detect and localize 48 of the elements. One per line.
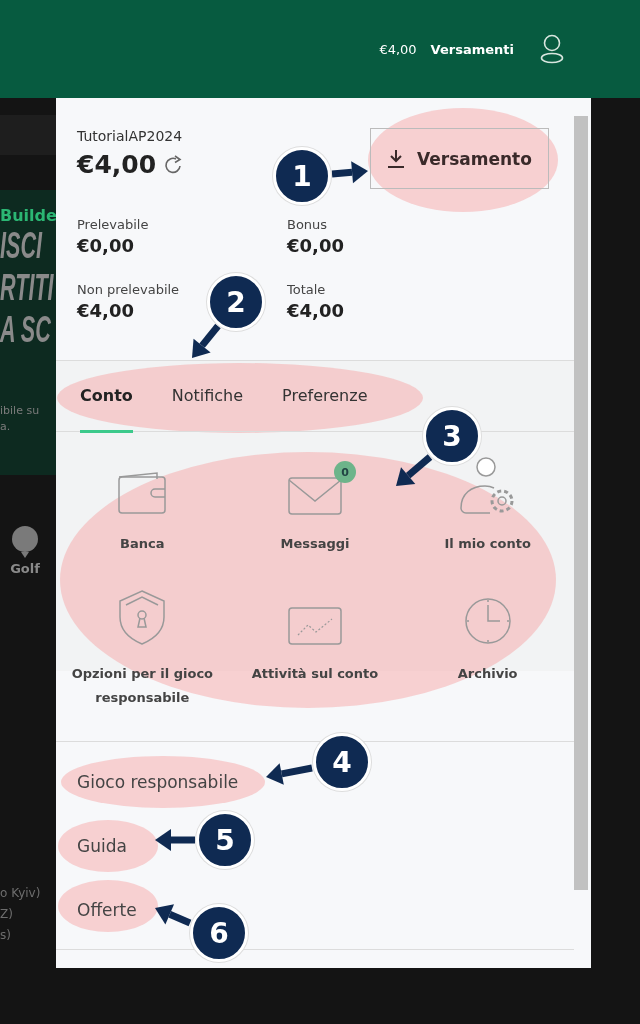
tab[interactable]: Notifiche — [171, 361, 244, 433]
promo-note: ibile su — [0, 403, 41, 419]
menu-link[interactable]: Offerte — [77, 900, 137, 920]
deposits-link[interactable]: Versamenti — [430, 41, 514, 57]
download-icon — [387, 148, 406, 169]
envelope-icon — [288, 477, 342, 515]
arrow — [155, 829, 195, 851]
sport-label[interactable]: Golf — [10, 561, 40, 576]
promo-headline: RTITI — [0, 267, 54, 309]
wallet-icon — [117, 471, 168, 515]
stat-label: Bonus — [287, 217, 328, 232]
golf-ball-icon[interactable] — [10, 525, 40, 559]
arrow — [331, 161, 368, 184]
deposit-button[interactable]: Versamento — [370, 128, 549, 189]
stat-label: Prelevabile — [77, 217, 149, 232]
user-icon[interactable] — [540, 34, 564, 64]
username: TutorialAP2024 — [77, 128, 184, 144]
arrow — [192, 323, 221, 358]
list-text: o Kyiv) — [0, 886, 42, 900]
shortcut-item[interactable]: Banca — [56, 458, 229, 556]
arrow — [396, 454, 433, 486]
stat-label: Totale — [287, 282, 326, 297]
stat-label: Non prelevabile — [77, 282, 180, 297]
stat-value: €0,00 — [287, 235, 344, 256]
line-chart-icon — [288, 606, 342, 645]
menu-link[interactable]: Gioco responsabile — [77, 772, 239, 792]
stat-value: €4,00 — [77, 300, 134, 321]
balance: €4,00 — [77, 150, 157, 179]
promo-tag: Builde — [0, 206, 56, 225]
clock-icon — [463, 596, 512, 645]
list-text: Z) — [0, 907, 14, 921]
tab[interactable]: Conto — [80, 361, 133, 433]
shortcut-item[interactable]: Attività sul conto — [228, 587, 402, 686]
stat-value: €4,00 — [287, 300, 344, 321]
stat-value: €0,00 — [77, 235, 134, 256]
menu-link[interactable]: Guida — [77, 836, 127, 856]
arrow — [266, 763, 313, 785]
shortcut-item[interactable]: Opzioni per il gioco responsabile — [56, 587, 229, 710]
header-balance: €4,00 — [379, 41, 417, 57]
promo-headline: ISCI — [0, 225, 42, 267]
user-gear-icon — [459, 457, 516, 515]
arrow — [155, 904, 192, 927]
shortcut-item[interactable]: 0 Messaggi — [228, 458, 402, 556]
tab[interactable]: Preferenze — [282, 361, 368, 433]
promo-note: a. — [0, 419, 12, 435]
list-text: s) — [0, 928, 12, 942]
shield-keyhole-icon — [118, 588, 167, 645]
shortcut-item[interactable]: Archivio — [401, 587, 574, 686]
